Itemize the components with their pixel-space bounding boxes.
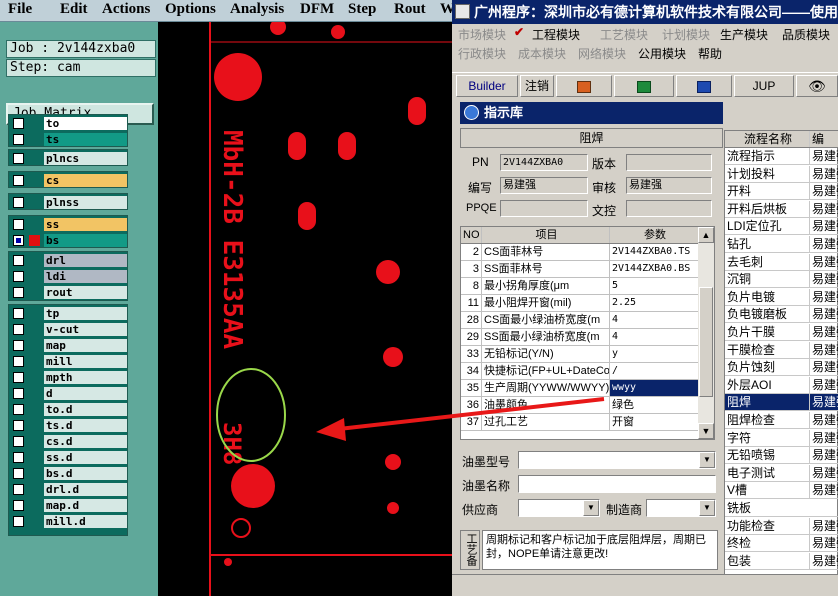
arrow-shaft — [329, 397, 605, 432]
arrow-head — [316, 418, 346, 441]
annotation-arrow — [316, 397, 605, 441]
